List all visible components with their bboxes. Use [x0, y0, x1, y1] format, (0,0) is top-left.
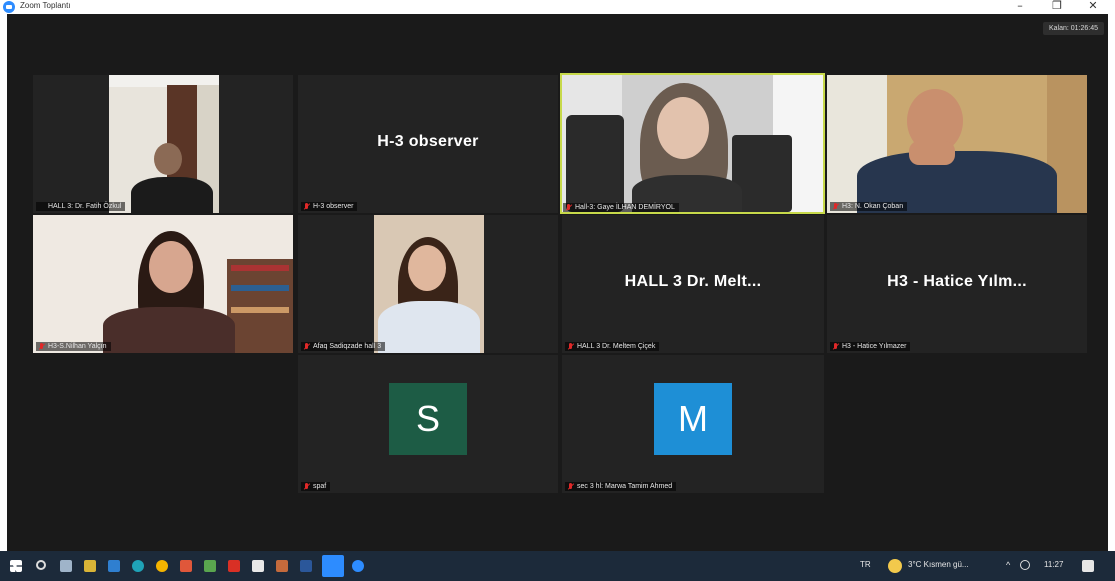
weather-icon: [888, 559, 902, 573]
participant-name-label: Afaq Sadiqzade hall 3: [301, 342, 386, 351]
meeting-timer: Kalan: 01:26:45: [1042, 22, 1104, 35]
participant-tile[interactable]: Afaq Sadiqzade hall 3: [298, 215, 558, 353]
paint-icon[interactable]: [276, 560, 288, 572]
chevron-up-icon[interactable]: ^: [1006, 560, 1010, 570]
zoom-taskbar-icon[interactable]: [322, 555, 344, 577]
participant-video: [562, 75, 823, 212]
muted-mic-icon: [304, 203, 310, 211]
clock[interactable]: 11:27: [1044, 560, 1063, 569]
participant-tile[interactable]: H-3 observer H-3 observer: [298, 75, 558, 213]
participant-name-label: H-3 observer: [301, 202, 358, 211]
app-icon[interactable]: [204, 560, 216, 572]
participant-display-name: H-3 observer: [377, 133, 479, 151]
participant-name-label: Hall-3: Gaye İLHAN DEMİRYOL: [563, 203, 679, 212]
participant-name-label: sec 3 hl: Marwa Tamim Ahmed: [565, 482, 677, 491]
title-bar: Zoom Toplantı – ❐ ✕: [0, 0, 1115, 14]
participant-avatar: M: [654, 383, 732, 455]
store-icon[interactable]: [180, 560, 192, 572]
muted-mic-icon: [304, 483, 310, 491]
task-view-icon[interactable]: [60, 560, 72, 572]
participant-avatar: S: [389, 383, 467, 455]
muted-mic-icon: [39, 343, 45, 351]
participant-tile[interactable]: H3-S.Nilhan Yalçın: [33, 215, 293, 353]
window-title: Zoom Toplantı: [20, 1, 71, 10]
weather-text[interactable]: 3°C Kısmen gü...: [908, 560, 969, 569]
participant-name-label: H3: N. Okan Çoban: [830, 202, 908, 211]
mail-icon[interactable]: [108, 560, 120, 572]
close-button[interactable]: ✕: [1078, 0, 1108, 14]
participant-video: [827, 75, 1087, 213]
muted-mic-icon: [568, 343, 574, 351]
edge-icon[interactable]: [132, 560, 144, 572]
muted-mic-icon: [566, 204, 572, 212]
participant-display-name: H3 - Hatice Yılm...: [887, 273, 1027, 291]
word-icon[interactable]: [300, 560, 312, 572]
participant-tile-active-speaker[interactable]: Hall-3: Gaye İLHAN DEMİRYOL: [560, 73, 825, 214]
participant-name-label: H3 - Hatice Yılmazer: [830, 342, 911, 351]
muted-mic-icon: [833, 343, 839, 351]
participant-tile[interactable]: HALL 3 Dr. Melt... HALL 3 Dr. Meltem Çiç…: [562, 215, 824, 353]
chrome-icon[interactable]: [156, 560, 168, 572]
muted-mic-icon: [833, 203, 839, 211]
search-icon[interactable]: [36, 560, 46, 570]
document-icon[interactable]: [252, 560, 264, 572]
taskbar: TR 3°C Kısmen gü... ^ 11:27: [0, 551, 1115, 581]
participant-display-name: HALL 3 Dr. Melt...: [624, 273, 762, 291]
muted-mic-icon: [304, 343, 310, 351]
participant-name-label: spaf: [301, 482, 331, 491]
zoom-logo-icon: [3, 1, 15, 13]
muted-mic-icon: [568, 483, 574, 491]
minimize-button[interactable]: –: [1005, 0, 1035, 14]
participant-name-label: HALL 3: Dr. Fatih Özkul: [36, 202, 126, 211]
zoom-meeting-icon[interactable]: [352, 560, 364, 572]
network-icon[interactable]: [1020, 560, 1030, 570]
participant-video: [374, 215, 484, 353]
participant-name-label: HALL 3 Dr. Meltem Çiçek: [565, 342, 660, 351]
participant-tile[interactable]: S spaf: [298, 355, 558, 493]
participant-tile[interactable]: HALL 3: Dr. Fatih Özkul: [33, 75, 293, 213]
participant-video: [109, 75, 219, 213]
participant-tile[interactable]: H3: N. Okan Çoban: [827, 75, 1087, 213]
start-icon[interactable]: [10, 560, 22, 572]
notification-icon[interactable]: [1082, 560, 1094, 572]
participant-tile[interactable]: M sec 3 hl: Marwa Tamim Ahmed: [562, 355, 824, 493]
participant-name-label: H3-S.Nilhan Yalçın: [36, 342, 111, 351]
meeting-stage: Kalan: 01:26:45 HALL 3: Dr. Fatih Özkul …: [7, 14, 1108, 551]
language-indicator[interactable]: TR: [860, 560, 871, 569]
file-explorer-icon[interactable]: [84, 560, 96, 572]
acrobat-icon[interactable]: [228, 560, 240, 572]
participant-tile[interactable]: H3 - Hatice Yılm... H3 - Hatice Yılmazer: [827, 215, 1087, 353]
participant-video: [33, 215, 293, 353]
restore-button[interactable]: ❐: [1042, 0, 1072, 14]
